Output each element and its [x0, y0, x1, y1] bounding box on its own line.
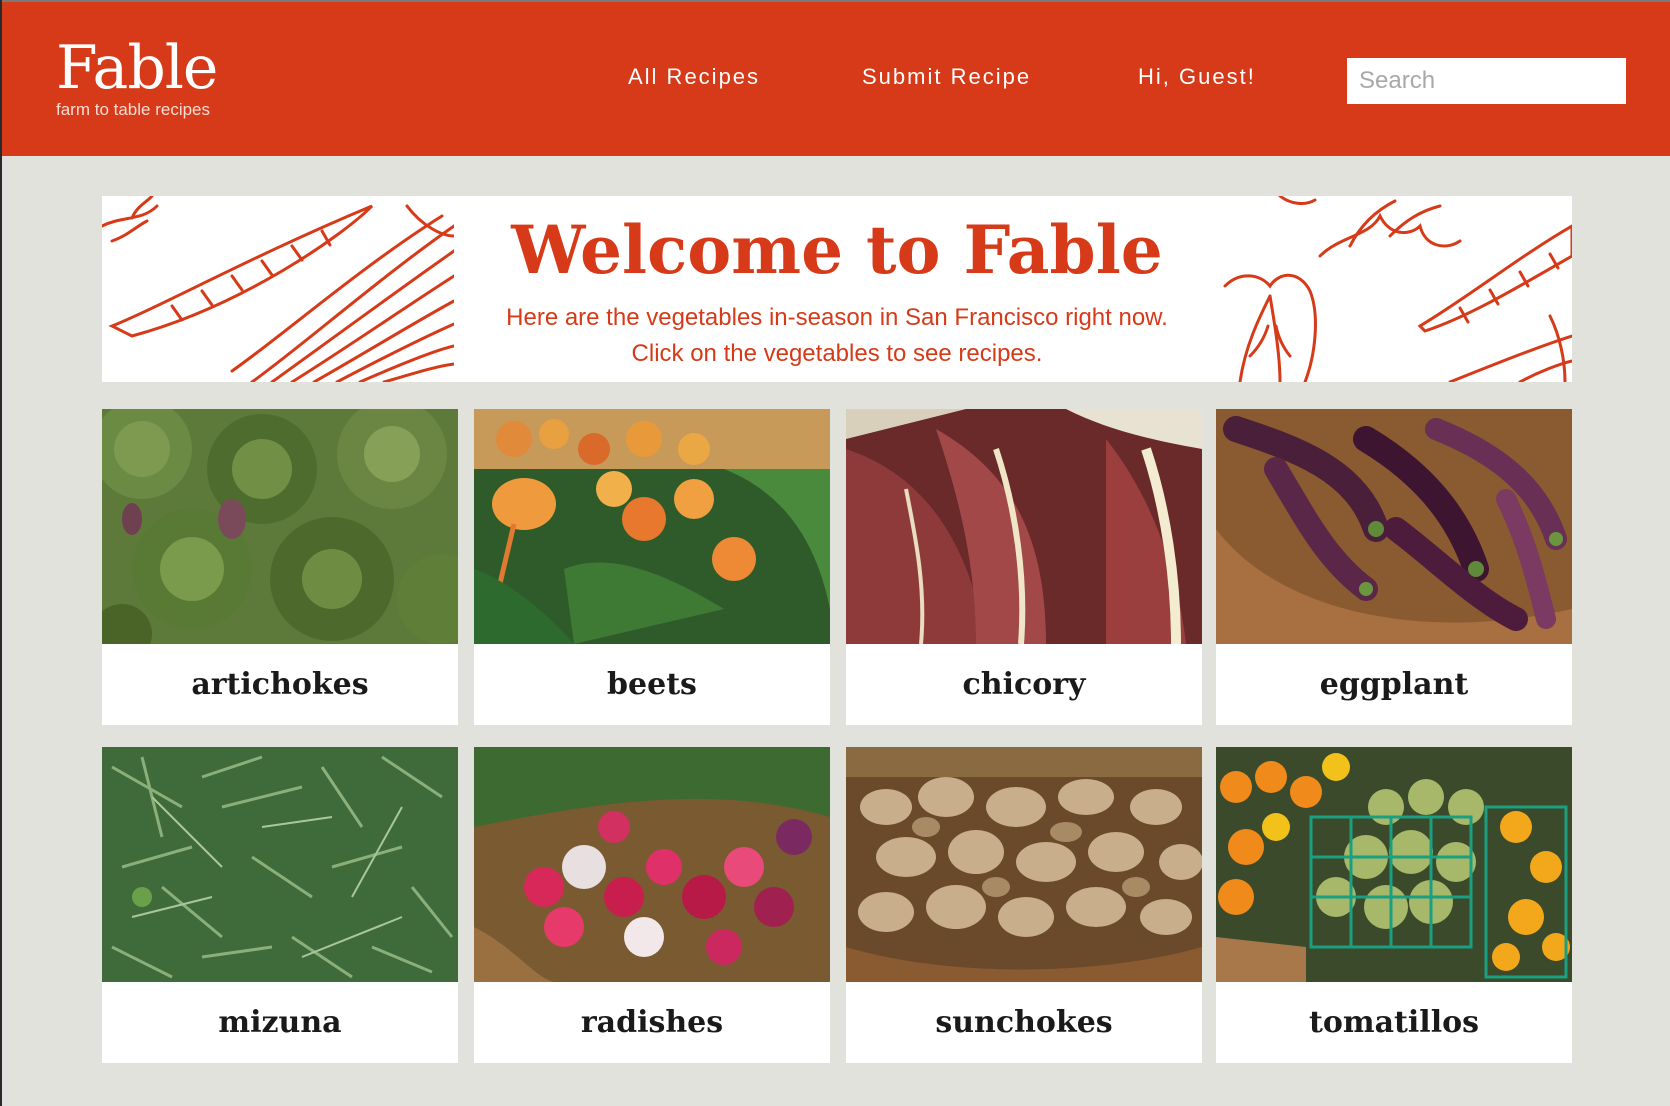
logo-tagline: farm to table recipes — [56, 100, 211, 119]
vegetable-label[interactable]: sunchokes — [846, 982, 1202, 1063]
window-frame-left — [0, 0, 2, 1106]
vegetable-card-tomatillos[interactable]: tomatillos — [1216, 747, 1572, 1063]
vegetable-card-artichokes[interactable]: artichokes — [102, 409, 458, 725]
vegetable-illustration-right — [1223, 196, 1572, 382]
site-header: Fable farm to table recipes All Recipes … — [2, 2, 1670, 156]
vegetable-card-radishes[interactable]: radishes — [474, 747, 830, 1063]
nav-all-recipes[interactable]: All Recipes — [628, 64, 760, 90]
nav-user-greeting[interactable]: Hi, Guest! — [1138, 64, 1256, 90]
logo[interactable]: Fable farm to table recipes — [56, 36, 218, 120]
vegetable-label[interactable]: chicory — [846, 644, 1202, 725]
vegetable-label[interactable]: tomatillos — [1216, 982, 1572, 1063]
vegetable-label[interactable]: beets — [474, 644, 830, 725]
vegetable-label[interactable]: radishes — [474, 982, 830, 1063]
artichokes-photo[interactable] — [102, 409, 458, 644]
vegetable-label[interactable]: mizuna — [102, 982, 458, 1063]
logo-title[interactable]: Fable — [56, 36, 218, 100]
welcome-banner: Welcome to Fable Here are the vegetables… — [102, 196, 1572, 382]
vegetable-card-sunchokes[interactable]: sunchokes — [846, 747, 1202, 1063]
search-input[interactable] — [1347, 58, 1626, 104]
vegetable-card-mizuna[interactable]: mizuna — [102, 747, 458, 1063]
vegetable-card-eggplant[interactable]: eggplant — [1216, 409, 1572, 725]
vegetable-card-chicory[interactable]: chicory — [846, 409, 1202, 725]
mizuna-photo[interactable] — [102, 747, 458, 982]
eggplant-photo[interactable] — [1216, 409, 1572, 644]
chicory-photo[interactable] — [846, 409, 1202, 644]
beets-photo[interactable] — [474, 409, 830, 644]
nav-submit-recipe[interactable]: Submit Recipe — [862, 64, 1031, 90]
sunchokes-photo[interactable] — [846, 747, 1202, 982]
vegetable-label[interactable]: eggplant — [1216, 644, 1572, 725]
radishes-photo[interactable] — [474, 747, 830, 982]
vegetable-label[interactable]: artichokes — [102, 644, 458, 725]
tomatillos-photo[interactable] — [1216, 747, 1572, 982]
vegetable-card-beets[interactable]: beets — [474, 409, 830, 725]
